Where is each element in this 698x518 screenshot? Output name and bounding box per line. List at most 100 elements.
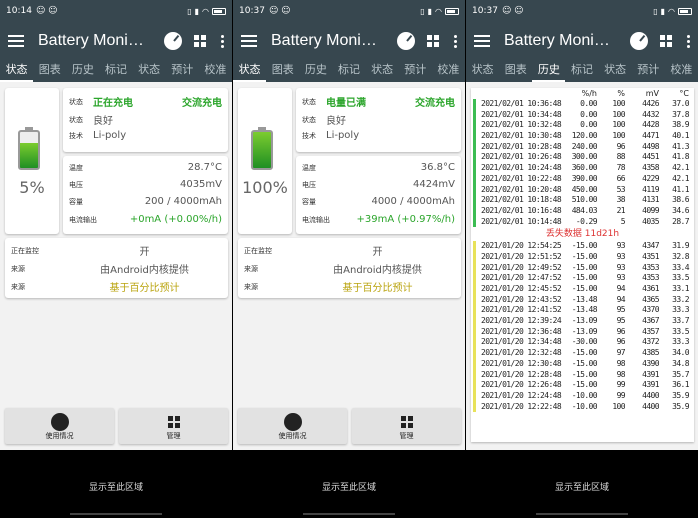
row-voltage: 4428 <box>642 120 659 130</box>
status-icons: ▯ ▮ ◠ <box>420 7 459 16</box>
tab-status-2[interactable]: 状态 <box>366 60 399 82</box>
tab-history[interactable]: 历史 <box>532 60 566 82</box>
health-value: 良好 <box>326 116 346 127</box>
history-row: 2021/01/20 12:32:48 -15.00 97 4385 34.0 <box>471 348 694 359</box>
screen-charging: 10:14 ☺ ☺ ▯ ▮ ◠ Battery Moni… 状态 图表 历史 标… <box>0 0 232 518</box>
row-percent: 100 <box>612 401 625 411</box>
row-timestamp: 2021/02/01 10:28:48 <box>481 141 562 151</box>
tab-chart[interactable]: 图表 <box>499 60 532 82</box>
row-percent: 53 <box>616 184 626 194</box>
row-voltage: 4426 <box>642 99 659 108</box>
tab-status-2[interactable]: 状态 <box>599 60 632 82</box>
monitoring-value: 开 <box>139 247 150 258</box>
row-timestamp: 2021/01/20 12:22:48 <box>481 401 562 411</box>
source-label: 来源 <box>244 264 258 273</box>
gesture-bar[interactable] <box>70 513 162 515</box>
row-temperature: 41.1 <box>672 184 689 194</box>
usage-button[interactable]: 使用情况 <box>5 408 114 444</box>
row-temperature: 42.1 <box>672 173 689 183</box>
row-timestamp: 2021/01/20 12:26:48 <box>481 380 562 390</box>
usage-pie-icon[interactable] <box>164 32 182 50</box>
health-value: 良好 <box>93 116 113 127</box>
row-voltage: 4400 <box>642 401 659 411</box>
row-indicator-bar <box>473 241 476 252</box>
gesture-bar[interactable] <box>536 513 628 515</box>
history-row: 2021/02/01 10:14:48 -0.29 5 4035 28.7 <box>471 216 694 228</box>
row-timestamp: 2021/01/20 12:36:48 <box>481 326 562 336</box>
gesture-bar[interactable] <box>303 513 395 515</box>
source-label-2: 来源 <box>244 282 258 291</box>
tab-history[interactable]: 历史 <box>299 60 332 82</box>
signal-icon: ▮ <box>660 6 666 16</box>
tab-status[interactable]: 状态 <box>233 60 267 82</box>
tab-chart[interactable]: 图表 <box>33 60 66 82</box>
tab-calibrate[interactable]: 校准 <box>199 60 232 82</box>
more-options-icon[interactable] <box>453 34 457 48</box>
tab-calibrate[interactable]: 校准 <box>665 60 698 82</box>
usage-button[interactable]: 使用情况 <box>238 408 347 444</box>
row-percent: 97 <box>616 348 626 358</box>
row-voltage: 4391 <box>642 369 659 379</box>
capacity-label: 容量 <box>69 197 83 206</box>
manage-button[interactable]: 管理 <box>352 408 461 444</box>
tab-marks[interactable]: 标记 <box>565 60 598 82</box>
tab-bar: 状态 图表 历史 标记 状态 预计 校准 <box>0 60 232 82</box>
temperature-value: 28.7°C <box>187 162 222 173</box>
tab-history[interactable]: 历史 <box>66 60 99 82</box>
row-percent: 88 <box>616 152 626 162</box>
row-percent: 100 <box>612 99 625 108</box>
manage-label: 管理 <box>399 432 414 440</box>
history-row: 2021/02/01 10:34:48 0.00 100 4432 37.8 <box>471 109 694 121</box>
more-options-icon[interactable] <box>220 34 224 48</box>
row-percent: 93 <box>616 251 626 261</box>
manage-button[interactable]: 管理 <box>119 408 228 444</box>
history-table[interactable]: %/h % mV °C 2021/02/01 10:36:48 0.00 100 44… <box>471 88 694 442</box>
history-row: 2021/01/20 12:39:24 -13.09 95 4367 33.7 <box>471 316 694 327</box>
row-voltage: 4358 <box>642 163 659 173</box>
row-temperature: 28.7 <box>672 216 689 226</box>
tab-chart[interactable]: 图表 <box>266 60 299 82</box>
menu-icon[interactable] <box>241 35 257 47</box>
row-indicator-bar <box>473 284 476 295</box>
power-source: 交流充电 <box>415 98 455 109</box>
menu-icon[interactable] <box>8 35 24 47</box>
row-voltage: 4391 <box>642 380 659 390</box>
notification-icon: ☺ ☺ <box>35 6 58 16</box>
widgets-grid-icon[interactable] <box>194 35 206 47</box>
row-voltage: 4119 <box>642 184 659 194</box>
widgets-grid-icon[interactable] <box>427 35 439 47</box>
tab-estimate[interactable]: 预计 <box>166 60 199 82</box>
widgets-grid-icon[interactable] <box>660 35 672 47</box>
row-indicator-bar <box>473 173 476 185</box>
more-options-icon[interactable] <box>686 34 690 48</box>
tab-marks[interactable]: 标记 <box>332 60 365 82</box>
menu-icon[interactable] <box>474 35 490 47</box>
row-indicator-bar <box>473 369 476 381</box>
row-indicator-bar <box>473 205 476 217</box>
row-indicator-bar <box>473 380 476 391</box>
row-indicator-bar <box>473 251 476 263</box>
header-percent: % <box>617 89 625 98</box>
usage-pie-icon[interactable] <box>397 32 415 50</box>
row-timestamp: 2021/02/01 10:24:48 <box>481 163 562 173</box>
tab-estimate[interactable]: 预计 <box>632 60 665 82</box>
tab-marks[interactable]: 标记 <box>99 60 132 82</box>
battery-icon <box>18 127 40 170</box>
row-rate: -15.00 <box>571 251 598 261</box>
tab-status-2[interactable]: 状态 <box>133 60 166 82</box>
row-rate: -15.00 <box>571 262 598 272</box>
tab-status[interactable]: 状态 <box>0 60 34 82</box>
tab-calibrate[interactable]: 校准 <box>432 60 465 82</box>
tab-status[interactable]: 状态 <box>466 60 499 82</box>
tab-estimate[interactable]: 预计 <box>399 60 432 82</box>
row-temperature: 35.7 <box>672 369 689 379</box>
row-percent: 21 <box>616 205 626 215</box>
row-timestamp: 2021/02/01 10:20:48 <box>481 184 562 194</box>
history-row: 2021/02/01 10:28:48 240.00 96 4498 41.3 <box>471 141 694 153</box>
row-indicator-bar <box>473 337 476 349</box>
row-temperature: 32.8 <box>672 251 689 261</box>
usage-pie-icon[interactable] <box>630 32 648 50</box>
voltage-value: 4424mV <box>412 179 455 190</box>
row-voltage: 4367 <box>642 316 659 326</box>
row-indicator-bar <box>473 99 476 110</box>
